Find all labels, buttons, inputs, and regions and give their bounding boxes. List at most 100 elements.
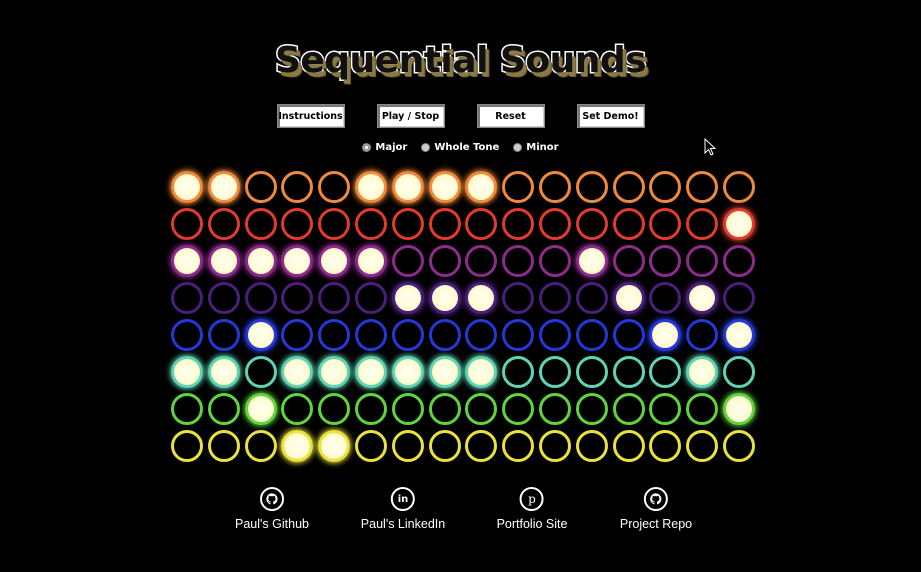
radio-major[interactable]: [362, 143, 372, 152]
instructions-button[interactable]: Instructions: [276, 104, 345, 128]
grid-cell-r8-c15[interactable]: [686, 430, 719, 462]
grid-cell-r5-c10[interactable]: [502, 319, 535, 351]
grid-cell-r2-c16[interactable]: [723, 208, 755, 240]
grid-cell-r3-c12[interactable]: [575, 245, 608, 277]
grid-cell-r4-c8[interactable]: [428, 282, 461, 314]
grid-cell-r3-c11[interactable]: [539, 245, 571, 277]
grid-cell-r8-c4[interactable]: [281, 430, 314, 462]
grid-cell-r4-c10[interactable]: [502, 282, 535, 314]
grid-cell-r6-c15[interactable]: [686, 356, 719, 388]
grid-cell-r3-c4[interactable]: [281, 245, 314, 277]
grid-cell-r6-c13[interactable]: [612, 356, 645, 388]
grid-cell-r5-c12[interactable]: [575, 319, 608, 351]
grid-cell-r5-c2[interactable]: [207, 319, 240, 351]
grid-cell-r4-c7[interactable]: [391, 282, 424, 314]
project-repo-link[interactable]: Project Repo: [620, 487, 692, 531]
grid-cell-r7-c5[interactable]: [318, 393, 351, 425]
radio-whole-tone[interactable]: [421, 143, 431, 152]
grid-cell-r4-c15[interactable]: [686, 282, 719, 314]
grid-cell-r1-c6[interactable]: [355, 171, 387, 203]
grid-cell-r3-c6[interactable]: [355, 245, 387, 277]
grid-cell-r8-c16[interactable]: [723, 430, 755, 462]
grid-cell-r7-c11[interactable]: [539, 393, 571, 425]
grid-cell-r1-c10[interactable]: [502, 171, 535, 203]
grid-cell-r1-c2[interactable]: [207, 171, 240, 203]
grid-cell-r2-c10[interactable]: [502, 208, 535, 240]
grid-cell-r4-c1[interactable]: [171, 282, 203, 314]
grid-cell-r2-c9[interactable]: [465, 208, 498, 240]
grid-cell-r8-c13[interactable]: [612, 430, 645, 462]
grid-cell-r8-c12[interactable]: [575, 430, 608, 462]
grid-cell-r8-c5[interactable]: [318, 430, 351, 462]
grid-cell-r6-c8[interactable]: [428, 356, 461, 388]
grid-cell-r6-c2[interactable]: [207, 356, 240, 388]
grid-cell-r3-c9[interactable]: [465, 245, 498, 277]
grid-cell-r5-c5[interactable]: [318, 319, 351, 351]
grid-cell-r1-c5[interactable]: [318, 171, 351, 203]
scale-option-whole-tone[interactable]: Whole Tone: [421, 142, 499, 153]
grid-cell-r4-c12[interactable]: [575, 282, 608, 314]
grid-cell-r3-c14[interactable]: [649, 245, 682, 277]
grid-cell-r1-c13[interactable]: [612, 171, 645, 203]
grid-cell-r8-c14[interactable]: [649, 430, 682, 462]
grid-cell-r3-c8[interactable]: [428, 245, 461, 277]
grid-cell-r6-c11[interactable]: [539, 356, 571, 388]
grid-cell-r5-c11[interactable]: [539, 319, 571, 351]
grid-cell-r2-c3[interactable]: [244, 208, 277, 240]
grid-cell-r4-c13[interactable]: [612, 282, 645, 314]
grid-cell-r5-c3[interactable]: [244, 319, 277, 351]
grid-cell-r1-c15[interactable]: [686, 171, 719, 203]
grid-cell-r4-c2[interactable]: [207, 282, 240, 314]
grid-cell-r5-c7[interactable]: [391, 319, 424, 351]
grid-cell-r2-c12[interactable]: [575, 208, 608, 240]
grid-cell-r7-c16[interactable]: [723, 393, 755, 425]
grid-cell-r1-c11[interactable]: [539, 171, 571, 203]
github-link[interactable]: Paul's Github: [235, 487, 309, 531]
grid-cell-r5-c15[interactable]: [686, 319, 719, 351]
grid-cell-r7-c1[interactable]: [171, 393, 203, 425]
grid-cell-r3-c5[interactable]: [318, 245, 351, 277]
grid-cell-r7-c10[interactable]: [502, 393, 535, 425]
grid-cell-r3-c1[interactable]: [171, 245, 203, 277]
set-demo-button[interactable]: Set Demo!: [576, 104, 645, 128]
grid-cell-r1-c3[interactable]: [244, 171, 277, 203]
grid-cell-r5-c8[interactable]: [428, 319, 461, 351]
grid-cell-r2-c1[interactable]: [171, 208, 203, 240]
grid-cell-r7-c13[interactable]: [612, 393, 645, 425]
grid-cell-r4-c9[interactable]: [465, 282, 498, 314]
grid-cell-r4-c3[interactable]: [244, 282, 277, 314]
grid-cell-r3-c10[interactable]: [502, 245, 535, 277]
grid-cell-r1-c12[interactable]: [575, 171, 608, 203]
radio-minor[interactable]: [513, 143, 523, 152]
grid-cell-r6-c6[interactable]: [355, 356, 387, 388]
grid-cell-r1-c16[interactable]: [723, 171, 755, 203]
grid-cell-r7-c3[interactable]: [244, 393, 277, 425]
grid-cell-r2-c2[interactable]: [207, 208, 240, 240]
grid-cell-r3-c13[interactable]: [612, 245, 645, 277]
grid-cell-r5-c4[interactable]: [281, 319, 314, 351]
grid-cell-r7-c14[interactable]: [649, 393, 682, 425]
grid-cell-r6-c7[interactable]: [391, 356, 424, 388]
scale-option-major[interactable]: Major: [362, 142, 407, 153]
grid-cell-r8-c1[interactable]: [171, 430, 203, 462]
grid-cell-r2-c6[interactable]: [355, 208, 387, 240]
grid-cell-r2-c7[interactable]: [391, 208, 424, 240]
grid-cell-r1-c14[interactable]: [649, 171, 682, 203]
grid-cell-r7-c4[interactable]: [281, 393, 314, 425]
grid-cell-r8-c10[interactable]: [502, 430, 535, 462]
grid-cell-r5-c9[interactable]: [465, 319, 498, 351]
grid-cell-r8-c2[interactable]: [207, 430, 240, 462]
grid-cell-r4-c14[interactable]: [649, 282, 682, 314]
grid-cell-r2-c13[interactable]: [612, 208, 645, 240]
grid-cell-r7-c6[interactable]: [355, 393, 387, 425]
grid-cell-r3-c16[interactable]: [723, 245, 755, 277]
grid-cell-r4-c5[interactable]: [318, 282, 351, 314]
grid-cell-r7-c8[interactable]: [428, 393, 461, 425]
grid-cell-r3-c3[interactable]: [244, 245, 277, 277]
grid-cell-r3-c7[interactable]: [391, 245, 424, 277]
grid-cell-r8-c11[interactable]: [539, 430, 571, 462]
grid-cell-r8-c9[interactable]: [465, 430, 498, 462]
grid-cell-r7-c12[interactable]: [575, 393, 608, 425]
grid-cell-r2-c11[interactable]: [539, 208, 571, 240]
grid-cell-r1-c9[interactable]: [465, 171, 498, 203]
